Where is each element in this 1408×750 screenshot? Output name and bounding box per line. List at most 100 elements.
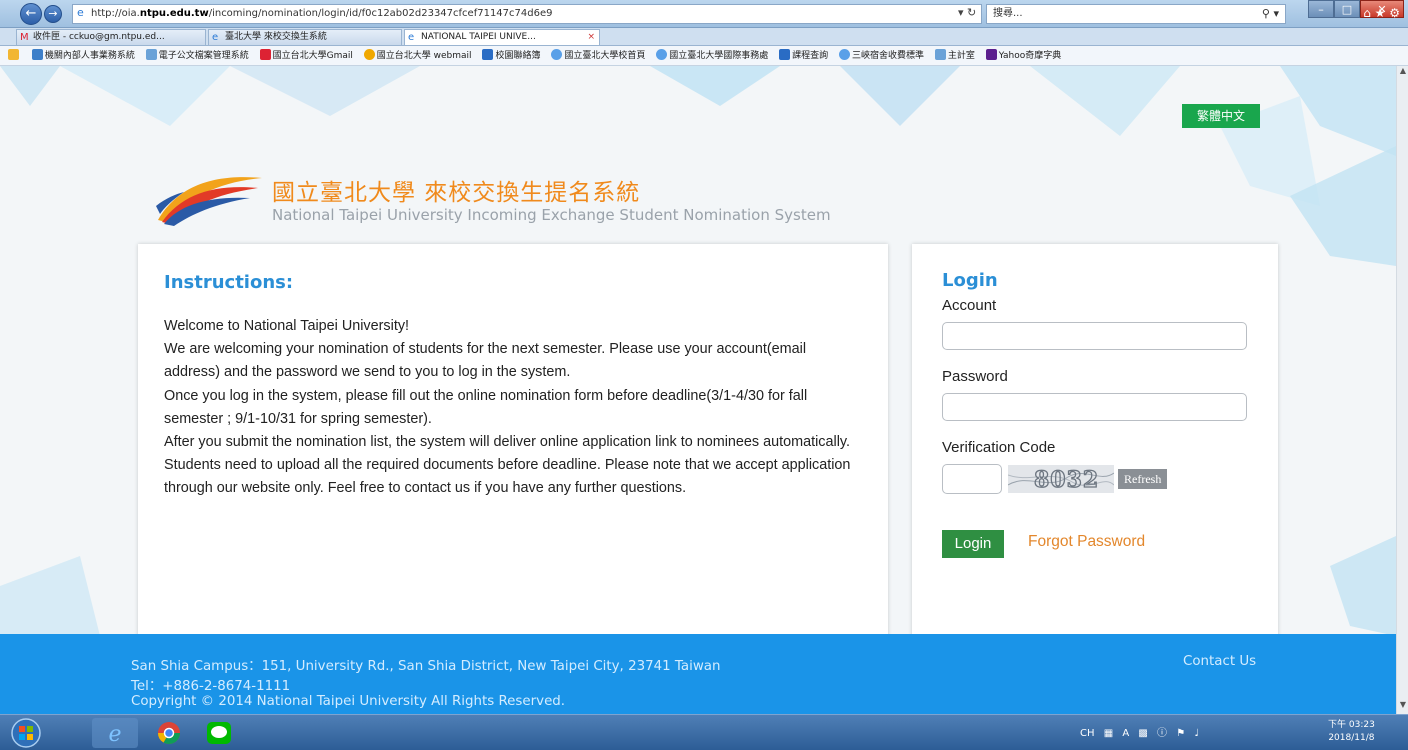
forgot-password-link[interactable]: Forgot Password (1028, 533, 1145, 551)
yahoo-icon (985, 49, 997, 60)
scroll-up-icon[interactable]: ▲ (1397, 66, 1408, 80)
scroll-down-icon[interactable]: ▼ (1397, 700, 1408, 714)
instructions-heading: Instructions: (164, 272, 294, 293)
favorite-link[interactable]: 機關內部人事業務系統 (31, 46, 135, 65)
minimize-button[interactable]: – (1308, 0, 1334, 18)
login-button[interactable]: Login (942, 530, 1004, 558)
windows-taskbar: e CH ▦ A ▩ ⓘ ⚑ ♩ 下午 03:23 2018/11/8 (0, 714, 1408, 750)
ie-icon: e (408, 32, 415, 43)
ie-icon (551, 49, 563, 60)
instructions-panel: Instructions: Welcome to National Taipei… (138, 244, 888, 639)
gmail-icon: M (20, 32, 29, 43)
back-button[interactable]: ← (20, 3, 42, 25)
verification-row: 8032 Refresh (942, 464, 1248, 498)
footer-tel: Tel：+886-2-8674-1111 (131, 679, 291, 694)
volume-icon[interactable]: ♩ (1194, 728, 1199, 739)
language-switch-button[interactable]: 繁體中文 (1182, 104, 1260, 128)
verification-label: Verification Code (942, 439, 1056, 456)
favorite-link[interactable]: 國立臺北大學校首頁 (551, 46, 645, 65)
verification-input[interactable] (942, 464, 1002, 494)
ie-icon (839, 49, 850, 60)
refresh-dropdown-icon[interactable]: ▾ ↻ (958, 6, 976, 19)
search-input[interactable]: 搜尋... ⚲ ▾ (986, 4, 1286, 24)
instructions-paragraph: After you submit the nomination list, th… (164, 434, 851, 497)
ime-icon[interactable]: ▦ (1104, 728, 1113, 739)
ime-mode-icon[interactable]: A (1122, 728, 1129, 739)
tab-gmail[interactable]: M 收件匣 - cckuo@gm.ntpu.ed... (16, 29, 206, 45)
tab-exchange-system[interactable]: e 臺北大學 來校交換生系統 (208, 29, 402, 45)
help-icon[interactable]: ⓘ (1157, 724, 1167, 739)
webmail-icon (363, 49, 375, 60)
favorites-star-icon[interactable] (8, 46, 21, 65)
page-icon (934, 49, 946, 60)
tab-ntpu-active[interactable]: e NATIONAL TAIPEI UNIVE... × (404, 29, 600, 45)
account-label: Account (942, 297, 997, 314)
home-star-gear-icons[interactable]: ⌂ ★ ⚙ (1363, 6, 1400, 20)
favorite-link[interactable]: 主計室 (934, 46, 975, 65)
instructions-paragraph: We are welcoming your nomination of stud… (164, 341, 807, 381)
tab-label: NATIONAL TAIPEI UNIVE... (421, 32, 536, 42)
favorites-bar: 機關內部人事業務系統 電子公文檔案管理系統 國立台北大學Gmail 國立台北大學… (0, 46, 1408, 66)
ie-icon: e (212, 32, 219, 43)
page-icon (482, 49, 494, 60)
page-icon (31, 49, 43, 60)
page-footer: San Shia Campus：151, University Rd., San… (0, 634, 1396, 714)
site-title-en: National Taipei University Incoming Exch… (272, 206, 831, 224)
ie-page-icon: e (77, 6, 84, 19)
password-input[interactable] (942, 393, 1247, 421)
login-panel: Login Account Password Verification Code… (912, 244, 1278, 639)
password-label: Password (942, 368, 1008, 385)
contact-us-link[interactable]: Contact Us (1183, 654, 1256, 669)
favorite-link[interactable]: 電子公文檔案管理系統 (145, 46, 249, 65)
address-path: /incoming/nomination/login/id/f0c12ab02d… (208, 8, 553, 19)
ntpu-logo-icon (156, 177, 262, 226)
favorite-link[interactable]: 國立臺北大學國際事務處 (656, 46, 768, 65)
clock-date: 2018/11/8 (1328, 733, 1375, 743)
account-input[interactable] (942, 322, 1247, 350)
flag-icon[interactable]: ⚑ (1176, 728, 1185, 739)
favorite-link[interactable]: 國立台北大學 webmail (363, 46, 472, 65)
maximize-button[interactable]: □ (1334, 0, 1360, 18)
captcha-text: 8032 (1034, 467, 1099, 493)
svg-text:e: e (108, 722, 121, 747)
close-tab-icon[interactable]: × (587, 30, 595, 45)
refresh-captcha-button[interactable]: Refresh (1118, 469, 1168, 489)
ie-taskbar-icon[interactable]: e (92, 718, 138, 748)
taskbar-clock[interactable]: 下午 03:23 2018/11/8 (1328, 719, 1375, 745)
tab-label: 臺北大學 來校交換生系統 (225, 32, 327, 42)
start-button-icon[interactable] (6, 717, 46, 749)
footer-address: San Shia Campus：151, University Rd., San… (131, 659, 721, 674)
favorite-link[interactable]: 課程查詢 (779, 46, 828, 65)
input-language[interactable]: CH (1080, 728, 1095, 739)
favorite-link[interactable]: 國立台北大學Gmail (259, 46, 353, 65)
forward-button[interactable]: → (44, 5, 62, 23)
system-tray: CH ▦ A ▩ ⓘ ⚑ ♩ (1080, 724, 1205, 739)
search-icon[interactable]: ⚲ ▾ (1262, 5, 1279, 23)
page-icon (145, 49, 157, 60)
address-prefix: http://oia. (91, 8, 140, 19)
chrome-taskbar-icon[interactable] (146, 718, 192, 748)
instructions-paragraph: Once you log in the system, please fill … (164, 387, 808, 427)
instructions-body: Welcome to National Taipei University! W… (164, 315, 864, 501)
clock-time: 下午 03:23 (1328, 720, 1375, 730)
instructions-paragraph: Welcome to National Taipei University! (164, 318, 410, 334)
address-bar[interactable]: e http://oia.ntpu.edu.tw/incoming/nomina… (72, 4, 982, 24)
address-host: ntpu.edu.tw (139, 8, 209, 19)
page-scrollbar[interactable]: ▲ ▼ (1396, 66, 1408, 714)
tab-label: 收件匣 - cckuo@gm.ntpu.ed... (33, 32, 165, 42)
favorite-link[interactable]: 校園聯絡簿 (482, 46, 540, 65)
login-actions: Login Forgot Password (942, 530, 1248, 560)
page-icon (779, 49, 791, 60)
tab-bar: M 收件匣 - cckuo@gm.ntpu.ed... e 臺北大學 來校交換生… (0, 6, 1408, 46)
favorite-link[interactable]: 三峽宿舍收費標準 (839, 46, 924, 65)
ie-icon (656, 49, 668, 60)
favorite-link[interactable]: Yahoo奇摩字典 (985, 46, 1061, 65)
web-page: 繁體中文 國立臺北大學 來校交換生提名系統 National Taipei Un… (0, 66, 1396, 714)
captcha-image: 8032 (1008, 465, 1114, 493)
login-heading: Login (942, 270, 998, 291)
search-placeholder: 搜尋... (993, 8, 1023, 19)
gmail-icon (259, 49, 271, 60)
site-title-zh: 國立臺北大學 來校交換生提名系統 (272, 180, 641, 206)
line-taskbar-icon[interactable] (196, 718, 242, 748)
network-icon[interactable]: ▩ (1138, 728, 1147, 739)
